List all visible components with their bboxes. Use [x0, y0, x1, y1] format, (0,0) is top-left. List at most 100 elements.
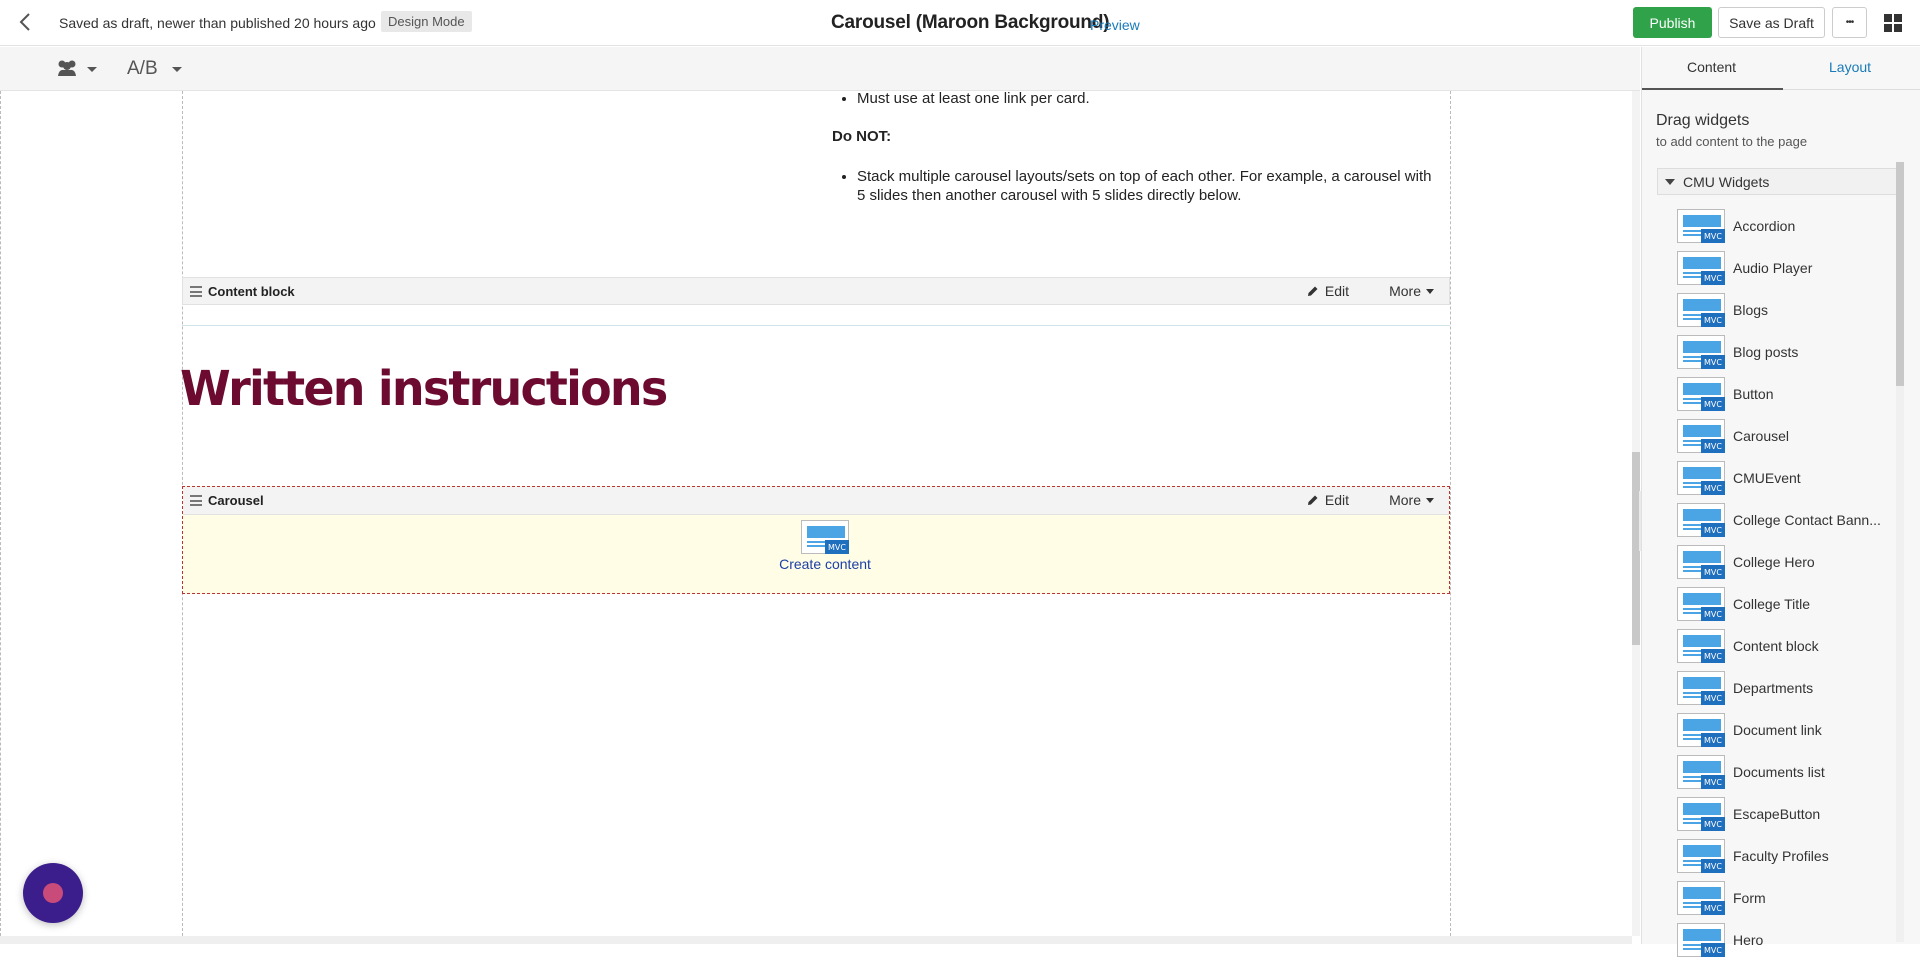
widget-item-label: Documents list: [1733, 764, 1825, 780]
content-area: Must use at least one link per card. Do …: [182, 91, 1450, 271]
mvc-widget-icon: MVC: [1677, 713, 1725, 747]
widget-item[interactable]: MVC College Hero: [1677, 541, 1883, 583]
tab-layout[interactable]: Layout: [1829, 59, 1871, 75]
more-dropdown[interactable]: More: [1389, 492, 1434, 508]
horizontal-scrollbar[interactable]: [0, 936, 1632, 944]
pencil-icon: [1307, 286, 1318, 296]
carousel-widget[interactable]: Carousel Edit More MVC Create content: [182, 486, 1450, 594]
widget-item[interactable]: MVC EscapeButton: [1677, 793, 1883, 835]
more-actions-label: •••: [1845, 17, 1854, 28]
grid-icon[interactable]: [1883, 13, 1903, 33]
mvc-widget-icon: MVC: [1677, 503, 1725, 537]
widget-item-label: Accordion: [1733, 218, 1796, 234]
widget-item-label: Carousel: [1733, 428, 1790, 444]
persona-caret-icon[interactable]: [87, 67, 97, 72]
mvc-widget-icon: MVC: [1677, 923, 1725, 957]
save-status: Saved as draft, newer than published 20 …: [59, 15, 376, 31]
editor-toolbar: A/B: [0, 47, 1640, 91]
drag-widgets-title: Drag widgets: [1656, 112, 1750, 129]
widget-item-label: EscapeButton: [1733, 806, 1821, 822]
canvas-border: [0, 91, 1, 936]
more-dropdown[interactable]: More: [1389, 283, 1434, 299]
widget-item[interactable]: MVC College Title: [1677, 583, 1883, 625]
assistant-bubble-icon[interactable]: [23, 863, 83, 923]
bullet-item: Must use at least one link per card.: [857, 91, 1090, 108]
ab-test-label[interactable]: A/B: [127, 58, 158, 80]
widget-item-label: Content block: [1733, 638, 1819, 654]
widgets-panel: Content Layout Drag widgets to add conte…: [1641, 47, 1920, 957]
carousel-widget-bar[interactable]: Carousel Edit More: [183, 487, 1449, 515]
panel-scrollbar-thumb[interactable]: [1896, 162, 1904, 386]
widget-item[interactable]: MVC Form: [1677, 877, 1883, 919]
mvc-widget-icon: MVC: [1677, 377, 1725, 411]
widget-item[interactable]: MVC Button: [1677, 373, 1883, 415]
content-block-widget-bar[interactable]: Content block Edit More: [182, 277, 1450, 305]
bullet-list-bottom: Stack multiple carousel layouts/sets on …: [832, 167, 1432, 205]
widget-item-label: Button: [1733, 386, 1774, 402]
widget-title: Content block: [208, 284, 295, 299]
widget-item[interactable]: MVC College Contact Bann...: [1677, 499, 1883, 541]
widget-item-label: Blogs: [1733, 302, 1769, 318]
ab-caret-icon[interactable]: [172, 67, 182, 72]
mvc-widget-icon: MVC: [1677, 881, 1725, 915]
widget-item-label: Document link: [1733, 722, 1822, 738]
widget-item[interactable]: MVC Audio Player: [1677, 247, 1883, 289]
widget-item[interactable]: MVC Content block: [1677, 625, 1883, 667]
panel-tabs: Content Layout: [1642, 47, 1920, 90]
widget-item[interactable]: MVC Hero: [1677, 919, 1883, 961]
widget-title: Carousel: [208, 493, 264, 508]
widget-item[interactable]: MVC Accordion: [1677, 205, 1883, 247]
widget-item-label: College Hero: [1733, 554, 1815, 570]
page-title: Carousel (Maroon Background): [831, 12, 1110, 33]
tab-content[interactable]: Content: [1687, 59, 1736, 75]
active-tab-indicator: [1642, 88, 1783, 90]
mvc-widget-icon: MVC: [801, 520, 849, 554]
mvc-widget-icon: MVC: [1677, 209, 1725, 243]
widget-item[interactable]: MVC Blog posts: [1677, 331, 1883, 373]
drag-widgets-subtitle: to add content to the page: [1656, 134, 1808, 149]
widget-item[interactable]: MVC Departments: [1677, 667, 1883, 709]
mvc-widget-icon: MVC: [1677, 797, 1725, 831]
widget-item-label: Blog posts: [1733, 344, 1799, 360]
create-content-button[interactable]: MVC Create content: [770, 520, 880, 572]
edit-button[interactable]: Edit: [1307, 492, 1349, 508]
widget-item[interactable]: MVC Document link: [1677, 709, 1883, 751]
more-actions-button[interactable]: •••: [1832, 7, 1867, 38]
widget-item-label: Audio Player: [1733, 260, 1813, 276]
mvc-widget-icon: MVC: [1677, 419, 1725, 453]
mvc-widget-icon: MVC: [1677, 629, 1725, 663]
create-content-label: Create content: [779, 556, 871, 572]
back-arrow-icon[interactable]: [14, 11, 36, 33]
bullet-item: Stack multiple carousel layouts/sets on …: [857, 167, 1432, 205]
edit-label: Edit: [1324, 283, 1349, 299]
widget-item[interactable]: MVC Documents list: [1677, 751, 1883, 793]
chevron-down-icon: [1426, 288, 1434, 294]
mvc-widget-icon: MVC: [1677, 587, 1725, 621]
more-label: More: [1389, 283, 1421, 299]
save-as-draft-button[interactable]: Save as Draft: [1718, 7, 1825, 38]
widget-item-label: Faculty Profiles: [1733, 848, 1829, 864]
widget-group-header[interactable]: CMU Widgets: [1657, 168, 1897, 195]
widget-list: MVC Accordion MVC Audio Player MVC Blogs MVC Bl…: [1677, 205, 1883, 961]
widget-item[interactable]: MVC Faculty Profiles: [1677, 835, 1883, 877]
publish-button[interactable]: Publish: [1633, 7, 1712, 38]
bullet-list-top: Must use at least one link per card.: [832, 91, 1090, 108]
edit-label: Edit: [1324, 492, 1349, 508]
design-mode-badge: Design Mode: [381, 11, 472, 32]
widget-item[interactable]: MVC Carousel: [1677, 415, 1883, 457]
drag-handle-icon[interactable]: [190, 495, 202, 506]
drag-handle-icon[interactable]: [190, 286, 202, 297]
widget-item[interactable]: MVC CMUEvent: [1677, 457, 1883, 499]
page-canvas: Must use at least one link per card. Do …: [0, 91, 1632, 936]
divider: [182, 325, 1450, 326]
edit-button[interactable]: Edit: [1307, 283, 1349, 299]
widget-item-label: CMUEvent: [1733, 470, 1801, 486]
widget-item-label: Hero: [1733, 932, 1764, 948]
widget-item-label: College Title: [1733, 596, 1811, 612]
more-label: More: [1389, 492, 1421, 508]
persona-icon[interactable]: [55, 59, 79, 82]
caret-down-icon: [1665, 178, 1675, 185]
preview-link[interactable]: Preview: [1090, 17, 1140, 33]
widget-item[interactable]: MVC Blogs: [1677, 289, 1883, 331]
section-heading: Written instructions: [180, 359, 668, 417]
